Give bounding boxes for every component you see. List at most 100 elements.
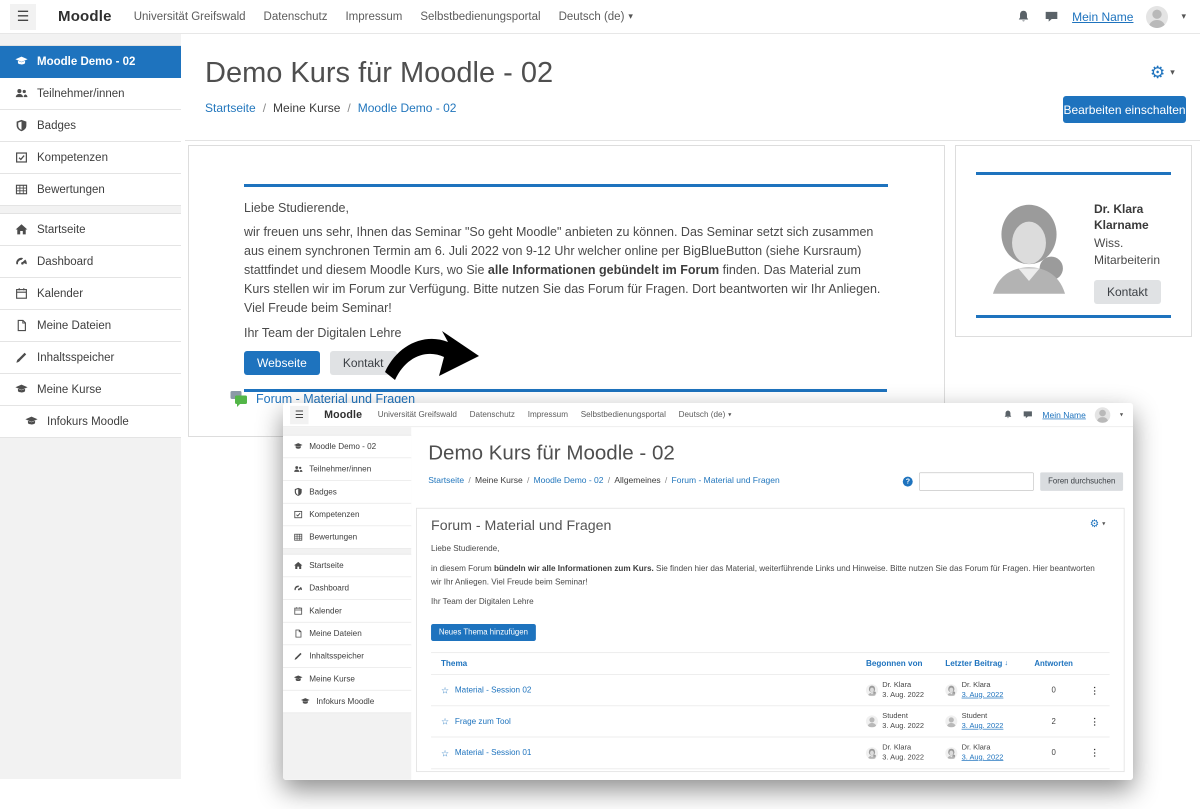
table-row: ☆ Material - Session 01 Dr. Klara3. Aug.…: [431, 738, 1110, 769]
forum-search-button[interactable]: Foren durchsuchen: [1040, 472, 1123, 490]
sidebar-item-infokurs[interactable]: Infokurs Moodle: [0, 406, 181, 438]
sidebar-item-inhaltsspeicher[interactable]: Inhaltsspeicher: [0, 342, 181, 374]
nav-link-datenschutz[interactable]: Datenschutz: [470, 410, 515, 418]
header-begonnen-von[interactable]: Begonnen von: [866, 659, 923, 668]
help-icon[interactable]: ?: [903, 477, 913, 487]
header-thema[interactable]: Thema: [441, 659, 467, 668]
sidebar-item-badges[interactable]: Badges: [0, 110, 181, 142]
sidebar-item-infokurs[interactable]: Infokurs Moodle: [283, 691, 411, 714]
webseite-button[interactable]: Webseite: [244, 351, 320, 375]
new-topic-button[interactable]: Neues Thema hinzufügen: [431, 624, 536, 641]
nav-link-universitaet[interactable]: Universität Greifswald: [134, 11, 246, 23]
sidebar-item-meine-dateien[interactable]: Meine Dateien: [283, 623, 411, 646]
moodle-brand[interactable]: Moodle: [324, 409, 362, 421]
sidebar-item-startseite[interactable]: Startseite: [283, 555, 411, 578]
blue-divider: [244, 184, 888, 187]
sidebar-item-inhaltsspeicher[interactable]: Inhaltsspeicher: [283, 645, 411, 668]
sidebar-item-course[interactable]: Moodle Demo - 02: [283, 436, 411, 459]
star-icon[interactable]: ☆: [441, 717, 449, 726]
breadcrumb-forum[interactable]: Forum - Material und Fragen: [672, 475, 780, 485]
avatar[interactable]: [866, 684, 878, 696]
language-dropdown[interactable]: Deutsch (de)▾: [559, 11, 633, 23]
user-menu-chevron-icon[interactable]: ▾: [1120, 411, 1123, 419]
nav-link-datenschutz[interactable]: Datenschutz: [264, 11, 328, 23]
overlay-navbar: ☰ Moodle Universität Greifswald Datensch…: [283, 403, 1133, 427]
sidebar-item-bewertungen[interactable]: Bewertungen: [0, 174, 181, 206]
kebab-menu-icon[interactable]: ⋮: [1090, 747, 1099, 758]
sidebar-item-meine-kurse[interactable]: Meine Kurse: [0, 374, 181, 406]
breadcrumb-allgemeines: Allgemeines: [614, 475, 660, 485]
user-name-link[interactable]: Mein Name: [1042, 410, 1085, 420]
avatar[interactable]: [945, 716, 957, 728]
sidebar-item-badges[interactable]: Badges: [283, 481, 411, 504]
teacher-name: Dr. Klara Klarname: [1094, 201, 1171, 233]
kebab-menu-icon[interactable]: ⋮: [1090, 716, 1099, 727]
topic-link[interactable]: Material - Session 02: [455, 686, 532, 695]
sidebar-item-kompetenzen[interactable]: Kompetenzen: [0, 142, 181, 174]
nav-link-impressum[interactable]: Impressum: [528, 410, 568, 418]
sidebar-item-course[interactable]: Moodle Demo - 02: [0, 46, 181, 78]
moodle-brand[interactable]: Moodle: [58, 8, 112, 25]
notifications-bell-icon[interactable]: [1016, 9, 1031, 24]
sidebar-item-dashboard[interactable]: Dashboard: [0, 246, 181, 278]
kebab-menu-icon[interactable]: ⋮: [1090, 685, 1099, 696]
sidebar-item-meine-kurse[interactable]: Meine Kurse: [283, 668, 411, 691]
greeting-text: Liebe Studierende,: [244, 201, 888, 215]
sidebar-item-dashboard[interactable]: Dashboard: [283, 577, 411, 600]
course-settings-menu[interactable]: ⚙ ▾: [1150, 64, 1175, 81]
avatar[interactable]: [945, 684, 957, 696]
user-avatar[interactable]: [1095, 407, 1111, 423]
blue-divider: [976, 315, 1171, 318]
last-post-link[interactable]: 3. Aug. 2022: [962, 722, 1004, 731]
messages-icon[interactable]: [1044, 9, 1059, 24]
forum-search-input[interactable]: [919, 472, 1034, 490]
sidebar-item-teilnehmer[interactable]: Teilnehmer/innen: [0, 78, 181, 110]
sidebar-item-startseite[interactable]: Startseite: [0, 214, 181, 246]
sidebar-item-teilnehmer[interactable]: Teilnehmer/innen: [283, 458, 411, 481]
menu-icon[interactable]: ☰: [290, 405, 308, 423]
star-icon[interactable]: ☆: [441, 686, 449, 695]
avatar[interactable]: [866, 747, 878, 759]
nav-link-selbstbedienungsportal[interactable]: Selbstbedienungsportal: [420, 11, 540, 23]
contact-button[interactable]: Kontakt: [1094, 280, 1161, 304]
breadcrumb-startseite[interactable]: Startseite: [205, 101, 256, 115]
messages-icon[interactable]: [1023, 409, 1034, 420]
table-row: ☆ Frage zum Tool Student3. Aug. 2022 Stu…: [431, 706, 1110, 737]
sidebar-item-kalender[interactable]: Kalender: [283, 600, 411, 623]
star-icon[interactable]: ☆: [441, 748, 449, 757]
contact-block-card: Dr. Klara Klarname Wiss. Mitarbeiterin K…: [955, 145, 1192, 337]
nav-link-impressum[interactable]: Impressum: [345, 11, 402, 23]
forum-settings-menu[interactable]: ⚙ ▾: [1090, 518, 1106, 529]
notifications-bell-icon[interactable]: [1003, 409, 1014, 420]
user-name-link[interactable]: Mein Name: [1072, 10, 1133, 24]
calendar-icon: [294, 606, 303, 615]
nav-link-universitaet[interactable]: Universität Greifswald: [378, 410, 457, 418]
sidebar-item-kalender[interactable]: Kalender: [0, 278, 181, 310]
avatar[interactable]: [866, 716, 878, 728]
user-avatar[interactable]: [1146, 6, 1168, 28]
breadcrumb-course[interactable]: Moodle Demo - 02: [358, 101, 457, 115]
topic-link[interactable]: Frage zum Tool: [455, 717, 511, 726]
header-letzter-beitrag[interactable]: Letzter Beitrag: [945, 659, 1002, 668]
brush-icon: [15, 351, 28, 364]
last-post-link[interactable]: 3. Aug. 2022: [962, 690, 1004, 699]
menu-icon[interactable]: ☰: [10, 4, 36, 30]
sidebar-item-meine-dateien[interactable]: Meine Dateien: [0, 310, 181, 342]
chevron-down-icon: ▾: [628, 11, 633, 22]
topic-link[interactable]: Material - Session 01: [455, 749, 532, 758]
blue-divider: [244, 389, 887, 392]
language-dropdown[interactable]: Deutsch (de)▾: [679, 410, 732, 418]
users-icon: [15, 87, 28, 100]
user-menu-chevron-icon[interactable]: ▾: [1181, 11, 1186, 22]
page-title: Demo Kurs für Moodle - 02: [205, 57, 553, 90]
sidebar-item-bewertungen[interactable]: Bewertungen: [283, 526, 411, 549]
breadcrumb-startseite[interactable]: Startseite: [428, 475, 464, 485]
last-post-link[interactable]: 3. Aug. 2022: [962, 753, 1004, 762]
edit-mode-button[interactable]: Bearbeiten einschalten: [1063, 96, 1186, 123]
avatar[interactable]: [945, 747, 957, 759]
breadcrumb-course[interactable]: Moodle Demo - 02: [534, 475, 604, 485]
users-icon: [294, 465, 303, 474]
sort-descending-icon[interactable]: ↓: [1004, 660, 1008, 668]
nav-link-selbstbedienungsportal[interactable]: Selbstbedienungsportal: [581, 410, 666, 418]
sidebar-item-kompetenzen[interactable]: Kompetenzen: [283, 504, 411, 527]
